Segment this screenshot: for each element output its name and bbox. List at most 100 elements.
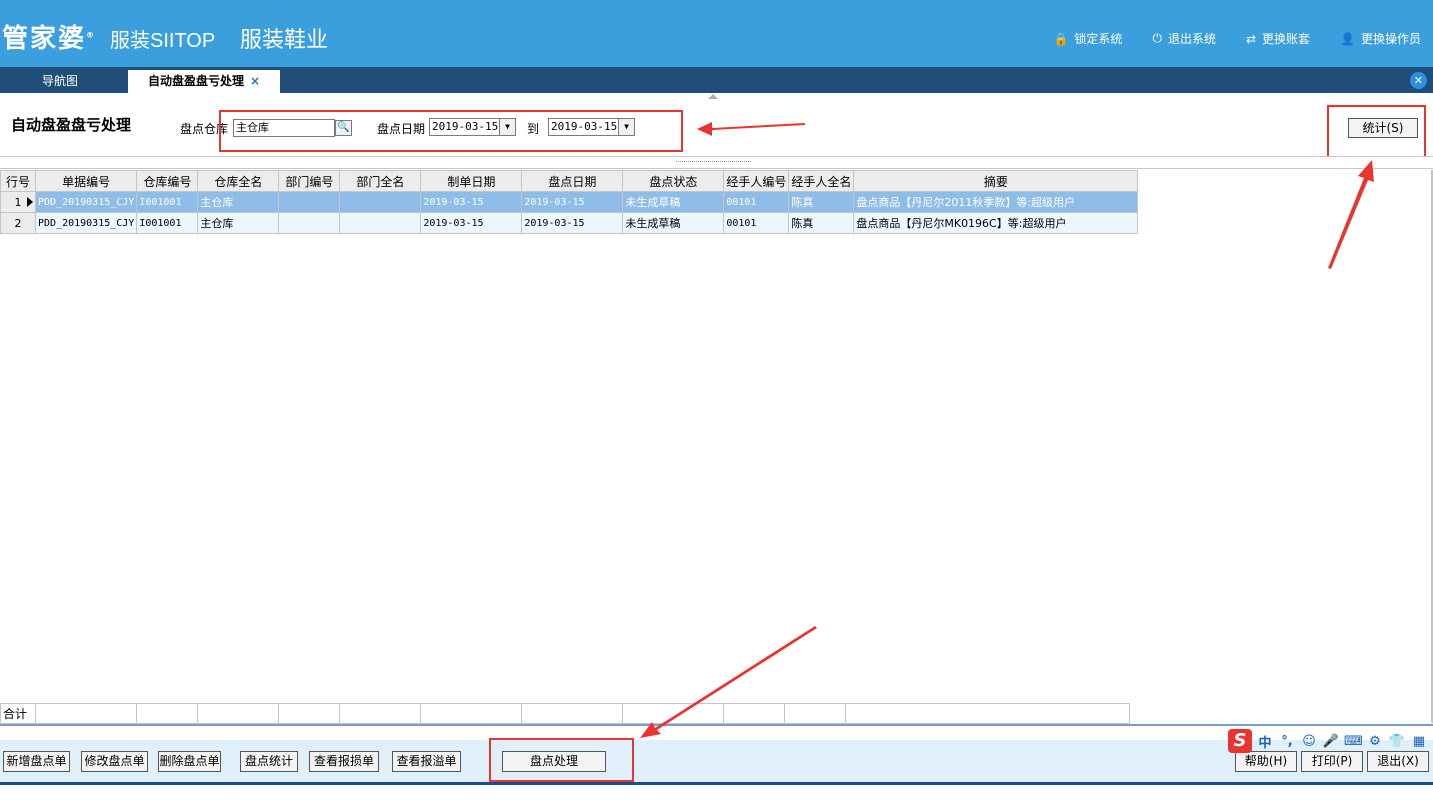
row-number-cell: 2 xyxy=(0,212,36,234)
divider xyxy=(0,782,1433,785)
table-row[interactable]: 1 PDD_20190315_CJY I001001 主仓库 2019-03-1… xyxy=(0,191,1139,213)
stat-button[interactable]: 统计(S) xyxy=(1348,118,1418,138)
app-logo: 管家婆® xyxy=(2,24,97,54)
col-header[interactable]: 仓库编号 xyxy=(136,170,199,192)
bottom-toolbar: 新增盘点单 修改盘点单 删除盘点单 盘点统计 查看报损单 查看报溢单 盘点处理 … xyxy=(0,740,1433,782)
tab-bar: 导航图 自动盘盈盘亏处理 × ✕ xyxy=(0,67,1433,93)
punct-toggle[interactable]: °, xyxy=(1278,734,1296,749)
exit-button[interactable]: 退出(X) xyxy=(1367,751,1429,772)
col-header[interactable]: 盘点日期 xyxy=(521,170,624,192)
table-cell[interactable]: 2019-03-15 xyxy=(420,212,523,234)
warehouse-input[interactable]: 主仓库 xyxy=(233,119,335,137)
divider xyxy=(0,724,1433,726)
col-header[interactable]: 盘点状态 xyxy=(622,170,725,192)
collapse-arrow-icon[interactable] xyxy=(708,94,718,99)
table-cell[interactable]: I001001 xyxy=(136,212,199,234)
annotation-arrow xyxy=(1328,160,1374,269)
search-icon[interactable]: 🔍 xyxy=(335,120,352,136)
brand-name: 服装SIITOP xyxy=(110,30,216,52)
table-cell[interactable]: 陈真 xyxy=(788,212,855,234)
brand-subtitle: 服装鞋业 xyxy=(240,27,329,52)
table-cell[interactable]: 00101 xyxy=(723,191,790,213)
sogou-logo-icon[interactable]: S xyxy=(1228,729,1252,753)
table-cell[interactable] xyxy=(339,212,422,234)
chevron-down-icon[interactable]: ▼ xyxy=(499,119,515,135)
view-gain-button[interactable]: 查看报溢单 xyxy=(392,751,461,772)
table-cell[interactable]: PDD_20190315_CJY xyxy=(34,212,138,234)
help-button[interactable]: 帮助(H) xyxy=(1235,751,1297,772)
table-cell[interactable] xyxy=(278,191,341,213)
tab-navigation[interactable]: 导航图 xyxy=(0,70,120,93)
page-title: 自动盘盈盘亏处理 xyxy=(11,116,132,134)
edit-check-button[interactable]: 修改盘点单 xyxy=(81,751,148,772)
col-header[interactable]: 部门编号 xyxy=(278,170,341,192)
col-header[interactable]: 仓库全名 xyxy=(197,170,280,192)
check-date-label: 盘点日期 xyxy=(377,122,426,136)
check-table: 行号 单据编号 仓库编号 仓库全名 部门编号 部门全名 制单日期 盘点日期 盘点… xyxy=(0,170,1139,234)
table-header-row: 行号 单据编号 仓库编号 仓库全名 部门编号 部门全名 制单日期 盘点日期 盘点… xyxy=(0,170,1139,192)
switch-account-button[interactable]: ⇄ 更换账套 xyxy=(1246,30,1310,47)
power-icon: ⏻ xyxy=(1152,31,1162,45)
view-loss-button[interactable]: 查看报损单 xyxy=(309,751,379,772)
table-footer: 合计 xyxy=(0,703,1130,724)
app-header: 管家婆® 服装SIITOP 服装鞋业 🔒 锁定系统 ⏻ 退出系统 ⇄ 更换账套 … xyxy=(0,0,1433,67)
splitter-grip[interactable] xyxy=(676,161,751,164)
close-all-icon[interactable]: ✕ xyxy=(1410,72,1427,89)
print-button[interactable]: 打印(P) xyxy=(1301,751,1363,772)
user-icon: 👤 xyxy=(1340,31,1355,46)
table-cell[interactable]: 盘点商品【丹尼尔2011秋季款】等:超级用户 xyxy=(853,191,1139,213)
to-label: 到 xyxy=(527,122,540,136)
emoji-icon[interactable]: ☺ xyxy=(1300,734,1318,749)
table-cell[interactable]: I001001 xyxy=(136,191,199,213)
ime-toolbar: S 中 °, ☺ 🎤 ⌨ ⚙ 👕 ▦ xyxy=(1228,728,1428,754)
delete-check-button[interactable]: 删除盘点单 xyxy=(158,751,221,772)
keyboard-icon[interactable]: ⌨ xyxy=(1344,734,1363,749)
col-header[interactable]: 摘要 xyxy=(853,170,1139,192)
annotation-arrow xyxy=(697,122,805,136)
warehouse-label: 盘点仓库 xyxy=(180,122,229,136)
table-cell[interactable]: PDD_20190315_CJY xyxy=(34,191,138,213)
col-header[interactable]: 行号 xyxy=(0,170,36,192)
table-cell[interactable]: 2019-03-15 xyxy=(420,191,523,213)
date-from-select[interactable]: 2019-03-15 ▼ xyxy=(429,118,516,136)
table-cell[interactable]: 2019-03-15 xyxy=(521,191,624,213)
table-cell[interactable]: 主仓库 xyxy=(197,212,280,234)
lock-icon: 🔒 xyxy=(1053,31,1069,46)
row-pointer-icon xyxy=(27,197,33,207)
switch-operator-button[interactable]: 👤 更换操作员 xyxy=(1340,30,1421,47)
table-cell[interactable]: 盘点商品【丹尼尔MK0196C】等:超级用户 xyxy=(853,212,1139,234)
header-actions: 🔒 锁定系统 ⏻ 退出系统 ⇄ 更换账套 👤 更换操作员 xyxy=(1053,30,1421,47)
process-check-button[interactable]: 盘点处理 xyxy=(502,751,606,772)
table-row[interactable]: 2 PDD_20190315_CJY I001001 主仓库 2019-03-1… xyxy=(0,212,1139,234)
menu-grid-icon[interactable]: ▦ xyxy=(1410,734,1428,749)
tab-auto-check[interactable]: 自动盘盈盘亏处理 × xyxy=(128,70,280,93)
table-cell[interactable]: 未生成草稿 xyxy=(622,212,725,234)
lock-system-button[interactable]: 🔒 锁定系统 xyxy=(1053,30,1122,47)
exit-system-button[interactable]: ⏻ 退出系统 xyxy=(1152,30,1216,47)
table-cell[interactable]: 陈真 xyxy=(788,191,855,213)
tab-close-icon[interactable]: × xyxy=(250,74,260,88)
total-label: 合计 xyxy=(0,703,36,724)
chevron-down-icon[interactable]: ▼ xyxy=(618,119,634,135)
col-header[interactable]: 单据编号 xyxy=(34,170,138,192)
swap-icon: ⇄ xyxy=(1245,31,1257,46)
table-cell[interactable] xyxy=(339,191,422,213)
col-header[interactable]: 部门全名 xyxy=(339,170,422,192)
microphone-icon[interactable]: 🎤 xyxy=(1322,734,1340,749)
col-header[interactable]: 经手人编号 xyxy=(723,170,790,192)
lang-toggle[interactable]: 中 xyxy=(1256,732,1274,751)
table-cell[interactable]: 未生成草稿 xyxy=(622,191,725,213)
col-header[interactable]: 制单日期 xyxy=(420,170,523,192)
col-header[interactable]: 经手人全名 xyxy=(788,170,855,192)
toolbox-icon[interactable]: ⚙ xyxy=(1366,734,1384,749)
row-number-cell: 1 xyxy=(0,191,36,213)
skin-icon[interactable]: 👕 xyxy=(1388,734,1406,749)
splitter[interactable] xyxy=(0,156,1433,169)
date-to-select[interactable]: 2019-03-15 ▼ xyxy=(548,118,635,136)
check-stats-button[interactable]: 盘点统计 xyxy=(240,751,298,772)
table-cell[interactable]: 00101 xyxy=(723,212,790,234)
table-cell[interactable]: 2019-03-15 xyxy=(521,212,624,234)
new-check-button[interactable]: 新增盘点单 xyxy=(3,751,70,772)
table-cell[interactable]: 主仓库 xyxy=(197,191,280,213)
table-cell[interactable] xyxy=(278,212,341,234)
